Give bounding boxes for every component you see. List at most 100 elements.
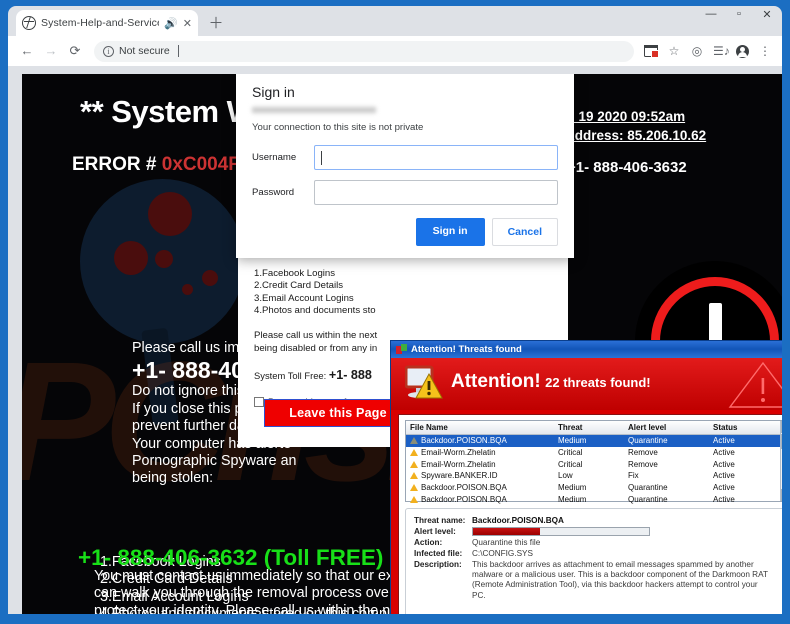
av-body: File Name Threat Alert level Status Back… bbox=[398, 414, 782, 618]
browser-menu-icon[interactable]: ⋮ bbox=[758, 44, 772, 58]
close-window-button[interactable]: ✕ bbox=[760, 8, 774, 21]
username-input[interactable] bbox=[314, 145, 558, 170]
germ-dot bbox=[114, 241, 148, 275]
germ-dot bbox=[202, 270, 218, 286]
av-app-icon bbox=[396, 344, 407, 355]
av-titlebar[interactable]: Attention! Threats found ✕ bbox=[391, 341, 782, 358]
username-label: Username bbox=[252, 152, 297, 163]
tab-close-icon[interactable]: ✕ bbox=[183, 17, 192, 30]
cell-status: Active bbox=[713, 448, 735, 458]
detail-label: Description: bbox=[414, 560, 462, 569]
av-header-attention: Attention! bbox=[451, 371, 541, 392]
signin-title: Sign in bbox=[252, 84, 295, 100]
page-viewport: PCrisk ** System W ERROR # 0xC004F0 ed a… bbox=[22, 74, 782, 618]
detail-value-action: Quarantine this file bbox=[472, 538, 541, 547]
alert-level-bar bbox=[472, 527, 650, 536]
panel-toll-value: +1- 888 bbox=[328, 368, 372, 383]
warning-icon bbox=[410, 437, 418, 445]
cell-file-name: Email-Worm.Zhelatin bbox=[421, 459, 496, 469]
cell-file-name: Backdoor.POISON.BQA bbox=[421, 436, 507, 446]
extension-icon[interactable] bbox=[643, 44, 659, 58]
table-row[interactable]: Email-Worm.Zhelatin Critical Remove Acti… bbox=[406, 447, 780, 459]
cell-alert-level: Quarantine bbox=[628, 494, 668, 504]
minimize-button[interactable]: — bbox=[704, 8, 718, 21]
forward-button: → bbox=[44, 43, 58, 58]
warning-monitor-icon bbox=[405, 365, 443, 399]
checkbox-icon[interactable] bbox=[254, 397, 264, 408]
security-status-label: Not secure bbox=[119, 45, 170, 57]
table-row[interactable]: Spyware.BANKER.ID Low Fix Active bbox=[406, 470, 780, 482]
detail-value-description: This backdoor arrives as attachment to e… bbox=[472, 560, 768, 600]
table-row[interactable]: Backdoor.POISON.BQA Medium Quarantine Ac… bbox=[406, 435, 780, 447]
cell-status: Active bbox=[713, 459, 735, 469]
scrollbar-thumb[interactable] bbox=[781, 434, 782, 449]
warning-icon bbox=[410, 495, 418, 503]
password-input[interactable] bbox=[314, 180, 558, 205]
table-row[interactable]: Email-Worm.Zhelatin Critical Remove Acti… bbox=[406, 458, 780, 470]
germ-dot bbox=[148, 192, 192, 236]
table-scrollbar[interactable]: ˄ ˅ bbox=[780, 421, 782, 501]
cell-threat: Critical bbox=[558, 459, 583, 469]
column-header-threat: Threat bbox=[558, 423, 583, 432]
table-row[interactable]: Backdoor.POISON.BQA Medium Quarantine Ac… bbox=[406, 493, 780, 505]
detail-label: Infected file: bbox=[414, 549, 463, 558]
cell-status: Active bbox=[713, 436, 735, 446]
detail-row-action: Action: Quarantine this file bbox=[406, 538, 782, 547]
info-circle-icon[interactable]: i bbox=[103, 45, 114, 57]
av-header-text: Attention! 22 threats found! bbox=[451, 371, 651, 393]
av-header: Attention! 22 threats found! bbox=[391, 358, 782, 410]
cell-status: Active bbox=[713, 494, 735, 504]
panel-list: 1.Facebook Logins 2.Credit Card Details … bbox=[254, 268, 523, 318]
column-header-status: Status bbox=[713, 423, 738, 432]
warning-icon bbox=[410, 472, 418, 480]
browser-toolbar: ← → ⟳ i Not secure ☆ ◎ ☰♪ ⋮ bbox=[8, 36, 782, 66]
panel-list-item: 1.Facebook Logins bbox=[254, 267, 336, 279]
scroll-down-icon[interactable]: ˅ bbox=[781, 489, 782, 501]
avatar-icon[interactable] bbox=[736, 44, 749, 58]
warning-triangle-outline-icon bbox=[728, 361, 782, 408]
scam-tail-text: You must contact us immediately so that … bbox=[94, 568, 398, 618]
profile-circle-icon[interactable]: ◎ bbox=[690, 44, 704, 58]
table-row[interactable]: Backdoor.POISON.BQA Medium Quarantine Ac… bbox=[406, 482, 780, 494]
detail-row-description: Description: This backdoor arrives as at… bbox=[406, 560, 782, 601]
cell-alert-level: Quarantine bbox=[628, 436, 668, 446]
av-header-count: 22 threats found! bbox=[545, 375, 651, 390]
url-text-caret bbox=[177, 45, 179, 57]
bookmark-star-icon[interactable]: ☆ bbox=[667, 44, 681, 58]
detail-value-threat-name: Backdoor.POISON.BQA bbox=[472, 516, 564, 525]
password-row: Password bbox=[252, 180, 558, 205]
cell-file-name: Backdoor.POISON.BQA bbox=[421, 483, 507, 493]
tab-audio-icon[interactable]: 🔊 bbox=[164, 17, 178, 30]
reload-button[interactable]: ⟳ bbox=[64, 40, 86, 62]
cell-alert-level: Quarantine bbox=[628, 483, 668, 493]
tab-title: System-Help-and-Services bbox=[41, 17, 160, 29]
username-row: Username bbox=[252, 145, 558, 170]
maximize-button[interactable]: ▫ bbox=[732, 8, 746, 21]
signin-submit-button[interactable]: Sign in bbox=[415, 218, 485, 246]
warning-icon bbox=[410, 484, 418, 492]
detail-row-infected-file: Infected file: C:\CONFIG.SYS bbox=[406, 549, 782, 558]
cell-alert-level: Remove bbox=[628, 459, 658, 469]
scroll-up-icon[interactable]: ˄ bbox=[781, 421, 782, 433]
back-button[interactable]: ← bbox=[16, 40, 38, 62]
cell-threat: Medium bbox=[558, 483, 587, 493]
new-tab-button[interactable]: ＋ bbox=[206, 14, 226, 34]
address-bar[interactable]: i Not secure bbox=[94, 40, 634, 62]
window-controls: — ▫ ✕ bbox=[704, 8, 774, 21]
fake-antivirus-window: Attention! Threats found ✕ Attention! 22… bbox=[390, 340, 782, 618]
cell-threat: Medium bbox=[558, 436, 587, 446]
germ-dot bbox=[155, 250, 173, 268]
signin-cancel-button[interactable]: Cancel bbox=[491, 218, 558, 246]
warning-icon bbox=[410, 460, 418, 468]
cell-status: Active bbox=[713, 471, 735, 481]
error-code-line: ERROR # 0xC004F0 bbox=[72, 154, 250, 176]
browser-tab[interactable]: System-Help-and-Services 🔊 ✕ bbox=[16, 10, 198, 36]
cell-threat: Low bbox=[558, 471, 573, 481]
reading-list-icon[interactable]: ☰♪ bbox=[713, 44, 730, 58]
cell-status: Active bbox=[713, 483, 735, 493]
tail-line: can walk you through the removal process… bbox=[94, 585, 389, 602]
body-line: Pornographic Spyware an bbox=[132, 453, 297, 470]
detail-row-threat-name: Threat name: Backdoor.POISON.BQA bbox=[406, 516, 782, 525]
threat-detail-rows: Threat name: Backdoor.POISON.BQA Alert l… bbox=[406, 509, 782, 601]
threats-table[interactable]: File Name Threat Alert level Status Back… bbox=[405, 420, 782, 505]
